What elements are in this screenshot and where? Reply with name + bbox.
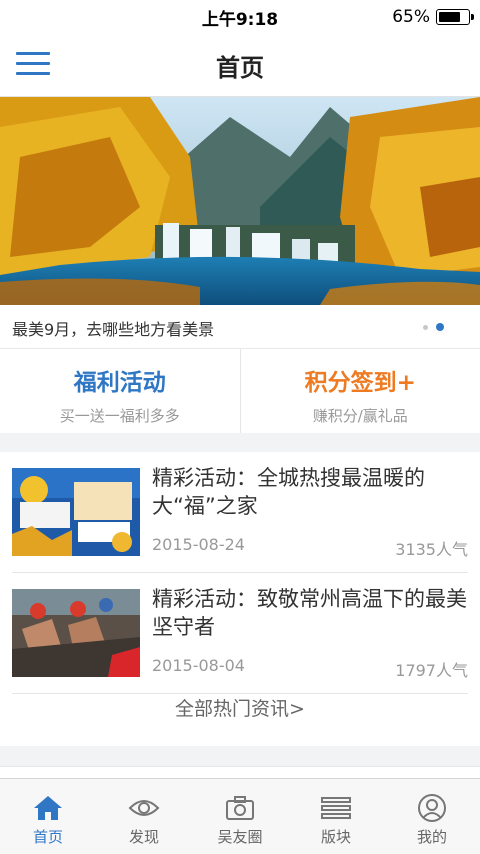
news-popularity: 1797人气 [395, 657, 468, 681]
promo-section: 福利活动 买一送一福利多多 积分签到+ 赚积分/赢礼品 [0, 349, 480, 433]
banner-landscape-image [0, 97, 480, 305]
battery-percent: 65% [392, 7, 430, 27]
all-hot-news-link[interactable]: 全部热门资讯> [0, 694, 480, 721]
tab-wuyou-circle[interactable]: 吴友圈 [192, 779, 288, 854]
news-views-unit: 人气 [436, 661, 468, 680]
status-bar: 上午9:18 65% [0, 0, 480, 34]
news-views-count: 1797 [395, 661, 436, 680]
banner-caption: 最美9月，去哪些地方看美景 [12, 316, 214, 340]
list-icon [320, 794, 352, 822]
news-thumbnail [12, 589, 140, 677]
page-title: 首页 [0, 48, 480, 83]
welfare-activity-button[interactable]: 福利活动 买一送一福利多多 [0, 349, 240, 433]
news-item[interactable]: 精彩活动：全城热搜最温暖的大“福”之家 2015-08-24 3135人气 [12, 452, 468, 573]
news-date: 2015-08-04 [152, 656, 245, 675]
carousel-dot[interactable] [423, 325, 428, 330]
news-date: 2015-08-24 [152, 535, 245, 554]
news-list: 精彩活动：全城热搜最温暖的大“福”之家 2015-08-24 3135人气 精彩… [0, 452, 480, 746]
battery-indicator: 65% [392, 7, 470, 27]
checkin-points-title: 积分签到+ [241, 363, 480, 397]
checkin-points-button[interactable]: 积分签到+ 赚积分/赢礼品 [240, 349, 480, 433]
tab-discover[interactable]: 发现 [96, 779, 192, 854]
banner-caption-bar: 最美9月，去哪些地方看美景 [0, 305, 480, 349]
carousel-dot-active[interactable] [436, 323, 444, 331]
news-views-unit: 人气 [436, 540, 468, 559]
news-views-count: 3135 [395, 540, 436, 559]
news-popularity: 3135人气 [395, 536, 468, 560]
tab-home[interactable]: 首页 [0, 779, 96, 854]
tab-me[interactable]: 我的 [384, 779, 480, 854]
battery-icon [436, 9, 470, 25]
checkin-points-subtitle: 赚积分/赢礼品 [241, 405, 480, 426]
news-title: 精彩活动：致敬常州高温下的最美坚守者 [152, 585, 468, 641]
news-title: 精彩活动：全城热搜最温暖的大“福”之家 [152, 464, 468, 520]
tab-label: 发现 [96, 826, 192, 847]
top-nav-bar: 首页 [0, 34, 480, 97]
tab-label: 版块 [288, 826, 384, 847]
tab-label: 首页 [0, 826, 96, 847]
banner-carousel[interactable] [0, 97, 480, 305]
news-thumbnail [12, 468, 140, 556]
eye-icon [128, 794, 160, 822]
user-icon [416, 794, 448, 822]
home-icon [32, 794, 64, 822]
news-item[interactable]: 精彩活动：致敬常州高温下的最美坚守者 2015-08-04 1797人气 [12, 573, 468, 694]
camera-icon [224, 794, 256, 822]
welfare-activity-title: 福利活动 [0, 363, 240, 397]
tab-label: 我的 [384, 826, 480, 847]
welfare-activity-subtitle: 买一送一福利多多 [0, 405, 240, 426]
bottom-tab-bar: 首页 发现 吴友圈 版块 我的 [0, 778, 480, 854]
tab-sections[interactable]: 版块 [288, 779, 384, 854]
status-time: 上午9:18 [202, 5, 278, 30]
carousel-dots [423, 323, 444, 331]
tab-label: 吴友圈 [192, 826, 288, 847]
